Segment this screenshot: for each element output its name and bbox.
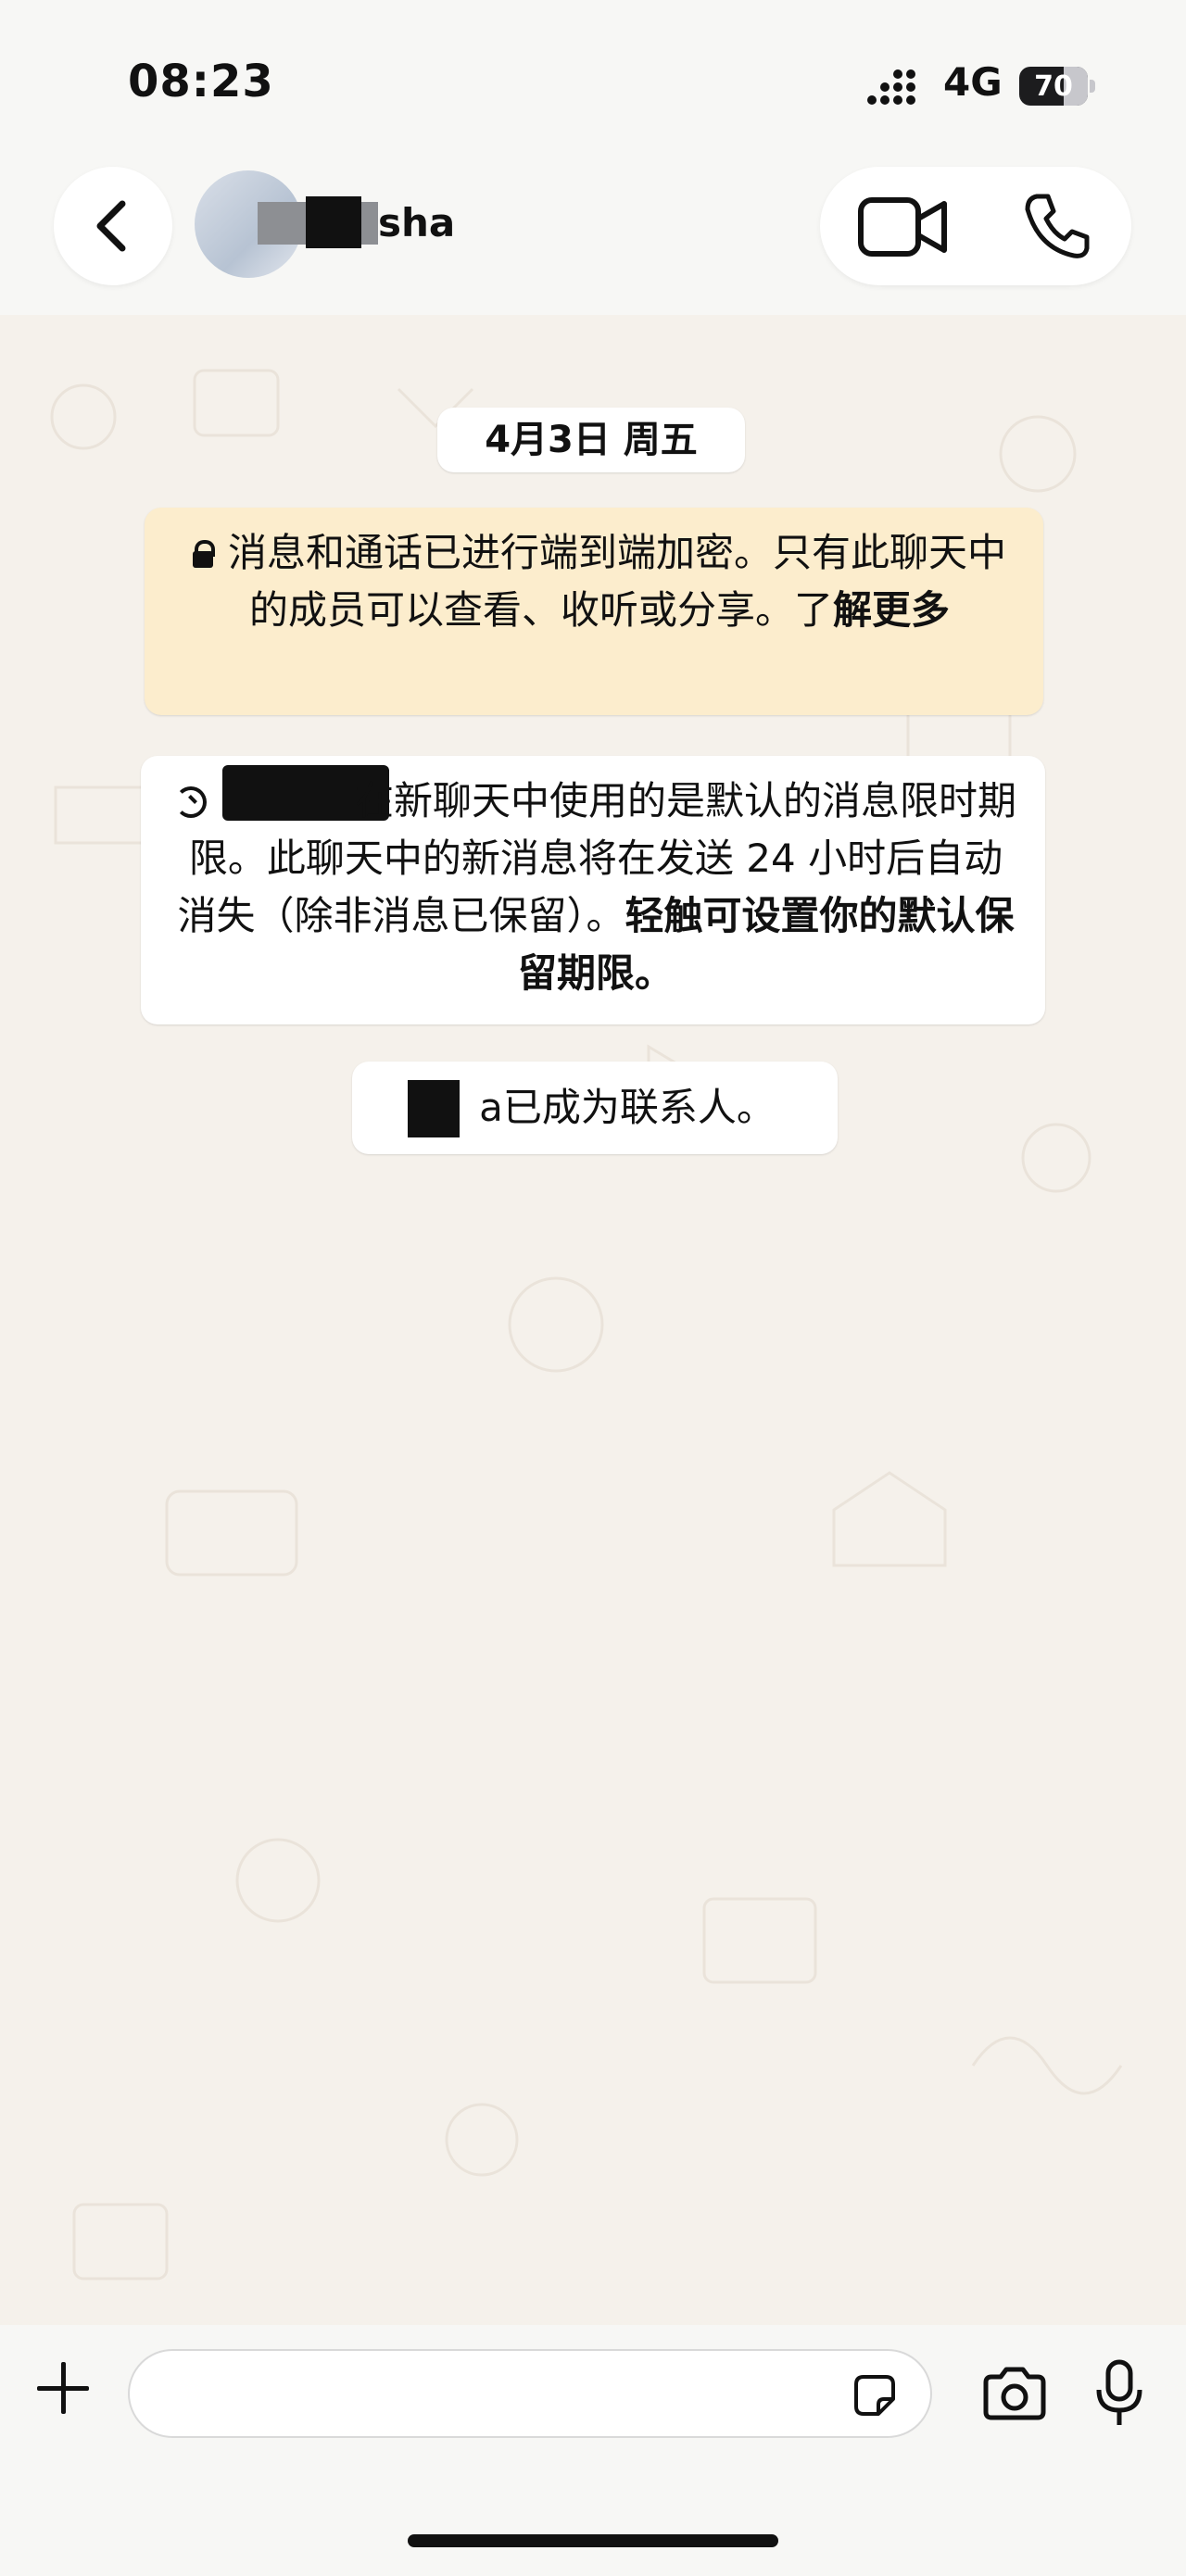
phone-call-icon[interactable] [1020, 189, 1094, 263]
timer-icon [174, 786, 207, 818]
disappearing-messages-notice[interactable]: 在新聊天中使用的是默认的消息限时期限。此聊天中的新消息将在发送 24 小时后自动… [141, 756, 1045, 1024]
contact-name[interactable]: sha [378, 200, 455, 245]
plus-icon[interactable] [33, 2358, 93, 2418]
signal-icon [867, 69, 915, 105]
message-composer [0, 2325, 1186, 2455]
contact-added-notice: a已成为联系人。 [352, 1062, 838, 1154]
battery-icon: 70 [1019, 67, 1095, 106]
chat-header: sha [0, 157, 1186, 315]
home-indicator [0, 2455, 1186, 2576]
status-bar: 08:23 4G 70 [0, 0, 1186, 157]
network-type: 4G [943, 59, 1003, 105]
date-separator: 4月3日 周五 [437, 408, 745, 472]
back-button[interactable] [54, 167, 172, 285]
battery-level: 70 [1034, 70, 1073, 103]
video-call-icon[interactable] [857, 195, 950, 259]
sticker-icon[interactable] [851, 2371, 899, 2419]
contact-added-text: a已成为联系人。 [479, 1085, 776, 1130]
back-arrow-icon [96, 200, 126, 252]
microphone-icon[interactable] [1093, 2358, 1145, 2429]
status-time: 08:23 [128, 56, 274, 107]
camera-icon[interactable] [980, 2366, 1049, 2421]
lock-icon [192, 540, 215, 568]
encryption-notice[interactable]: 消息和通话已进行端到端加密。只有此聊天中的成员可以查看、收听或分享。了解更多 [145, 508, 1043, 715]
message-input[interactable] [128, 2349, 932, 2438]
home-bar[interactable] [408, 2534, 778, 2547]
call-buttons [820, 167, 1131, 285]
learn-more-link[interactable]: 解更多 [833, 587, 950, 633]
redacted-name-block [306, 196, 361, 248]
